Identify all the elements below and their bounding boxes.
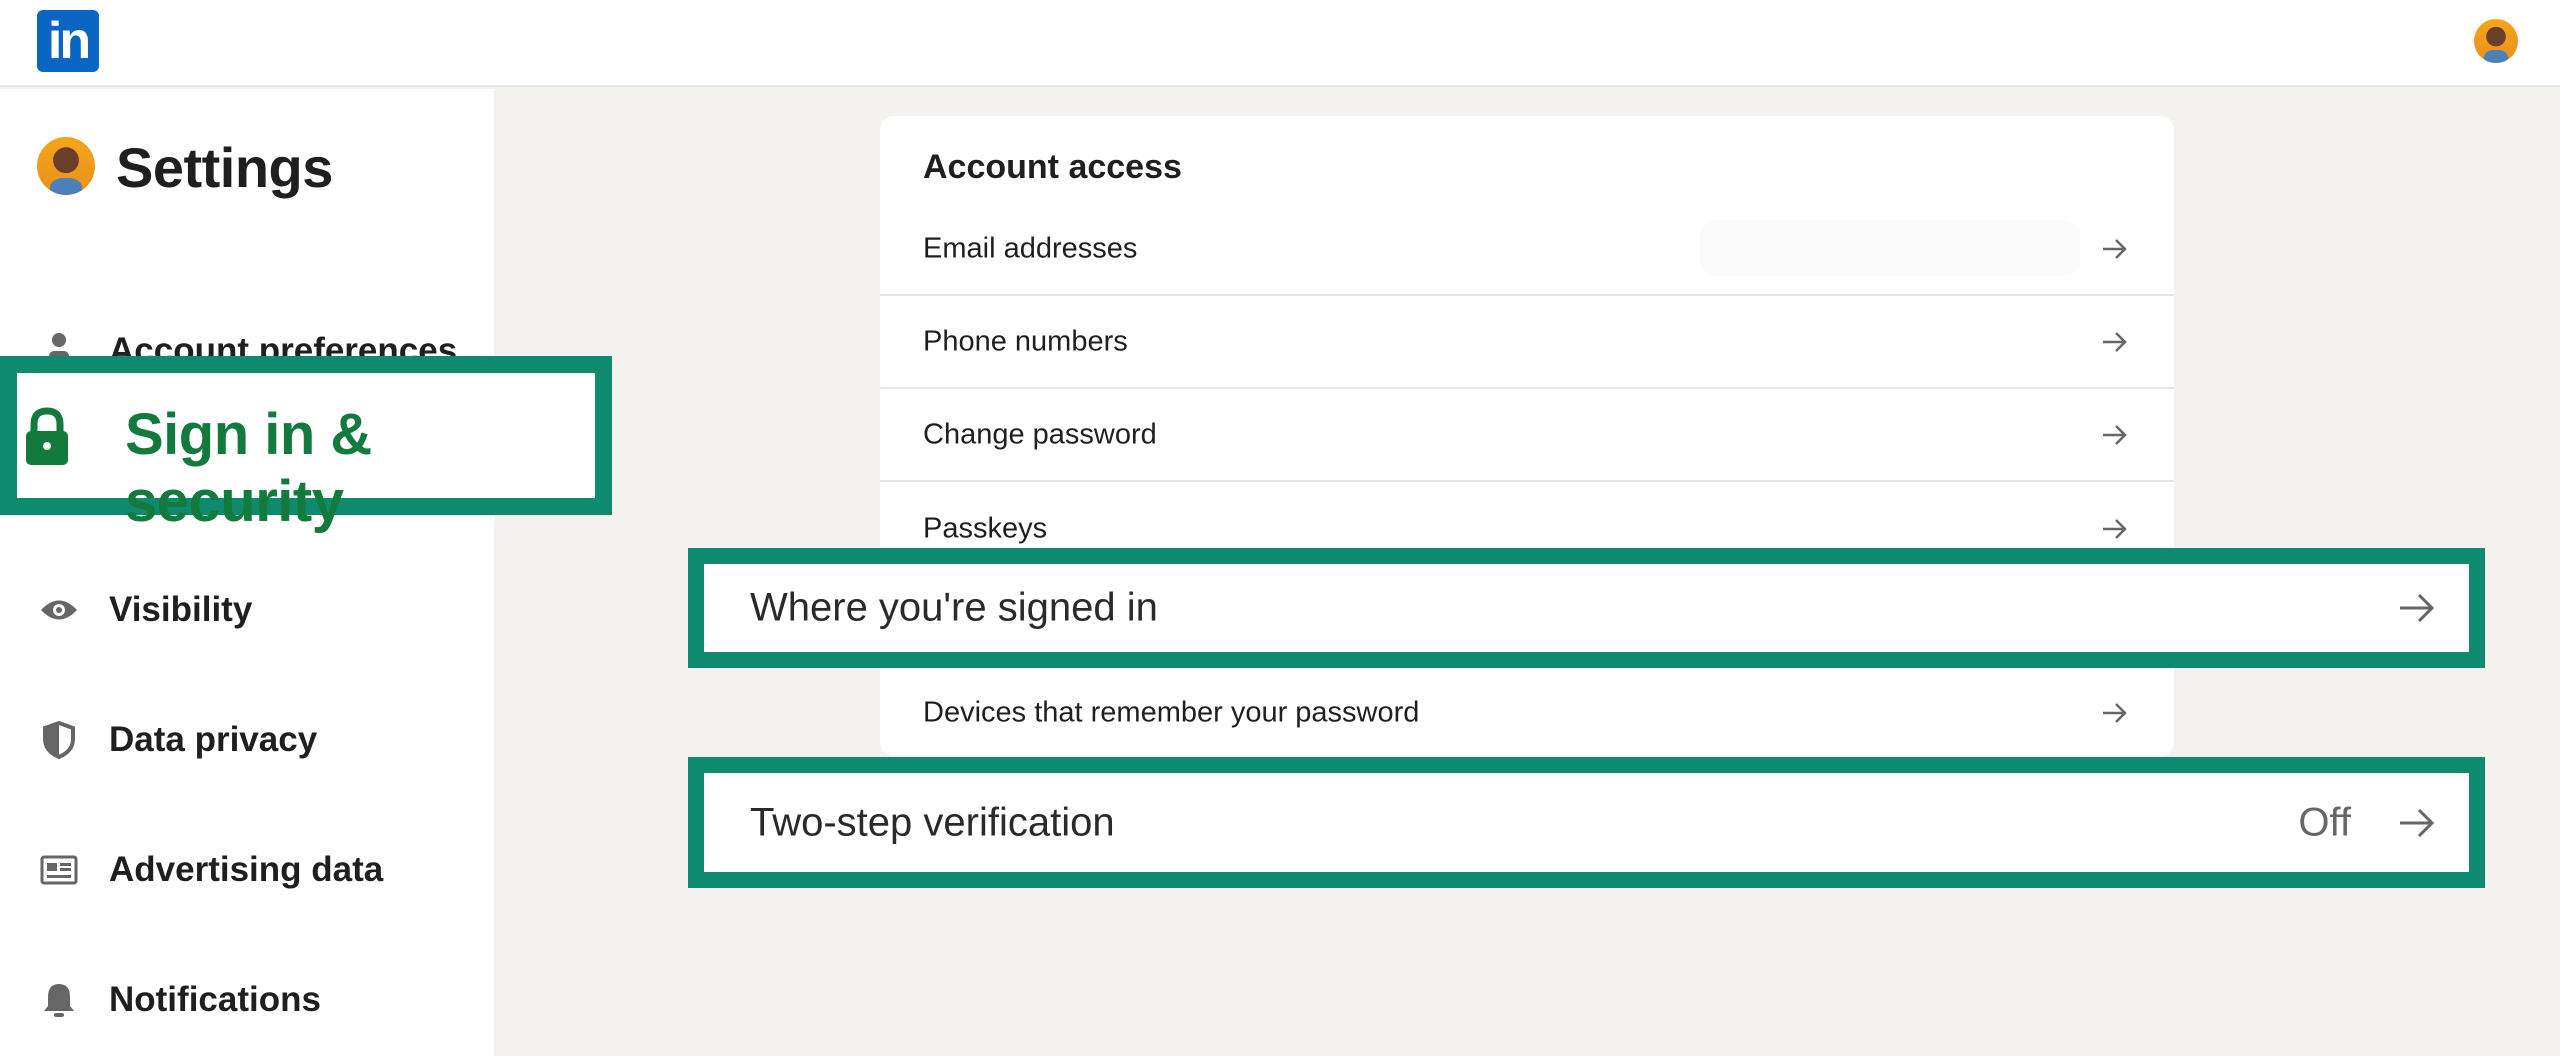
setting-row-phone-numbers[interactable]: Phone numbers	[880, 297, 2174, 389]
sidebar-item-visibility[interactable]: Visibility	[0, 570, 494, 650]
sidebar-item-sign-in-security[interactable]: Sign in & security	[0, 356, 612, 534]
row-label: Devices that remember your password	[923, 696, 1420, 729]
top-nav-bar: in	[0, 0, 2560, 87]
settings-sidebar: Settings Account preferences Visibility …	[0, 89, 494, 1056]
sidebar-item-label: Data privacy	[109, 720, 318, 759]
arrow-right-icon	[2103, 703, 2127, 723]
row-label: Phone numbers	[923, 325, 1128, 358]
arrow-right-icon	[2103, 425, 2127, 445]
row-label: Change password	[923, 418, 1157, 451]
row-label: Two-step verification	[750, 800, 1115, 844]
setting-row-change-password[interactable]: Change password	[880, 390, 2174, 482]
sidebar-item-label: Sign in & security	[125, 402, 372, 534]
eye-icon	[38, 589, 80, 631]
sidebar-item-label: Notifications	[109, 980, 321, 1019]
lock-icon	[21, 407, 73, 472]
linkedin-logo[interactable]: in	[37, 10, 99, 72]
sidebar-item-data-privacy[interactable]: Data privacy	[0, 700, 494, 780]
section-title: Account access	[923, 148, 1182, 186]
setting-row-two-step-verification[interactable]: Two-step verification Off	[688, 757, 2485, 888]
row-label: Email addresses	[923, 232, 1138, 265]
status-value: Off	[2298, 800, 2351, 844]
sidebar-item-advertising-data[interactable]: Advertising data	[0, 830, 494, 910]
ad-card-icon	[38, 849, 80, 891]
arrow-right-icon	[2103, 239, 2127, 259]
redacted-email-value	[1700, 220, 2080, 276]
setting-row-email-addresses[interactable]: Email addresses	[880, 204, 2174, 296]
arrow-right-icon	[2103, 332, 2127, 352]
arrow-right-icon	[2400, 593, 2435, 623]
arrow-right-icon	[2400, 808, 2435, 837]
row-label: Where you're signed in	[750, 585, 1158, 630]
sidebar-item-label: Visibility	[109, 590, 253, 629]
setting-row-devices-remember-password[interactable]: Devices that remember your password	[880, 667, 2174, 759]
profile-avatar[interactable]	[2474, 19, 2518, 63]
page-title: Settings	[116, 136, 333, 199]
sidebar-item-notifications[interactable]: Notifications	[0, 960, 494, 1040]
sidebar-avatar	[37, 137, 95, 195]
row-label: Passkeys	[923, 512, 1048, 545]
arrow-right-icon	[2103, 519, 2127, 539]
sidebar-item-label: Advertising data	[109, 850, 384, 889]
setting-row-where-signed-in[interactable]: Where you're signed in	[688, 548, 2485, 668]
bell-icon	[38, 979, 80, 1021]
shield-icon	[38, 719, 80, 761]
